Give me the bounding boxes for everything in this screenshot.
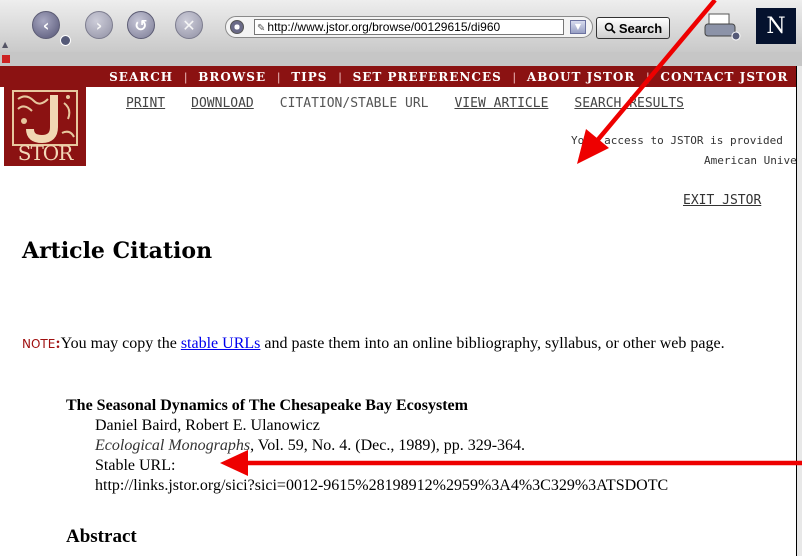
nav-contact-jstor[interactable]: CONTACT JSTOR [660, 70, 788, 84]
address-bar: ✎ http://www.jstor.org/browse/00129615/di… [225, 16, 593, 38]
back-button[interactable]: ‹ [32, 11, 60, 39]
abstract-heading: Abstract [66, 526, 137, 547]
stable-url-value[interactable]: http://links.jstor.org/sici?sici=0012-96… [66, 476, 796, 496]
page-title: Article Citation [22, 238, 213, 264]
back-arrow-icon: ‹ [42, 15, 50, 35]
journal-details: , Vol. 59, No. 4. (Dec., 1989), pp. 329-… [250, 437, 526, 454]
reload-button[interactable]: ↺ [127, 11, 155, 39]
jstor-nav-bar: | SEARCH | BROWSE | TIPS | SET PREFERENC… [0, 66, 796, 87]
url-dropdown-icon[interactable]: ▼ [570, 20, 586, 34]
article-authors: Daniel Baird, Robert E. Ulanowicz [95, 417, 320, 434]
jstor-emblem-icon [12, 90, 78, 146]
print-icon[interactable] [703, 10, 743, 42]
nav-about-jstor[interactable]: ABOUT JSTOR [527, 70, 635, 84]
nav-divider: | [277, 69, 281, 84]
toolbar-grip-icon[interactable]: ▲ [2, 40, 10, 52]
tab-grip-icon[interactable] [2, 55, 10, 63]
view-article-link[interactable]: VIEW ARTICLE [454, 96, 548, 111]
forward-button[interactable]: › [85, 11, 113, 39]
access-notice: Your access to JSTOR is provided [571, 134, 783, 147]
citation-block: The Seasonal Dynamics of The Chesapeake … [66, 396, 796, 496]
nav-divider: | [512, 69, 516, 84]
nav-search[interactable]: SEARCH [109, 70, 173, 84]
search-results-link[interactable]: SEARCH RESULTS [574, 96, 684, 111]
browser-toolbar: ▲ ‹ › ↺ ✕ ✎ http://www.jstor.org/browse/0… [0, 0, 802, 53]
note-text-after: and paste them into an online bibliograp… [260, 335, 725, 352]
reload-icon: ↺ [134, 15, 148, 35]
stable-url-label: Stable URL: [95, 457, 176, 474]
url-input[interactable]: ✎ http://www.jstor.org/browse/00129615/di… [254, 19, 564, 35]
magnifier-icon [604, 22, 616, 34]
jstor-logo-text: STOR [17, 141, 74, 165]
search-button[interactable]: Search [596, 17, 670, 39]
url-text: http://www.jstor.org/browse/00129615/di9… [267, 20, 501, 34]
stop-button[interactable]: ✕ [175, 11, 203, 39]
search-button-label: Search [618, 20, 663, 36]
article-title: The Seasonal Dynamics of The Chesapeake … [66, 397, 468, 414]
citation-stable-url-link[interactable]: CITATION/STABLE URL [280, 96, 429, 111]
stable-urls-link[interactable]: stable URLs [181, 335, 261, 352]
stop-icon: ✕ [182, 15, 196, 35]
journal-name: Ecological Monographs [95, 437, 251, 454]
netscape-logo[interactable]: N [756, 8, 796, 44]
nav-divider: | [184, 69, 188, 84]
vertical-scrollbar[interactable] [796, 66, 802, 556]
nav-divider: | [338, 69, 342, 84]
nav-set-preferences[interactable]: SET PREFERENCES [353, 70, 502, 84]
note-text-before: You may copy the [60, 335, 181, 352]
nav-browse[interactable]: BROWSE [198, 70, 266, 84]
print-link[interactable]: PRINT [126, 96, 165, 111]
note-label: NOTE [22, 337, 56, 351]
article-action-links: PRINT DOWNLOAD CITATION/STABLE URL VIEW ART… [126, 96, 796, 111]
download-link[interactable]: DOWNLOAD [191, 96, 254, 111]
access-institution: American University [704, 154, 796, 167]
exit-jstor-link[interactable]: EXIT JSTOR [683, 193, 761, 208]
forward-arrow-icon: › [95, 15, 103, 35]
nav-tips[interactable]: TIPS [291, 70, 327, 84]
back-history-dropdown-icon[interactable] [60, 35, 71, 46]
netscape-letter: N [766, 13, 786, 39]
jstor-logo[interactable]: STOR [4, 87, 86, 166]
site-info-icon[interactable] [230, 20, 244, 34]
page-icon: ✎ [257, 23, 266, 34]
tab-bar [0, 52, 802, 67]
article-source: Ecological Monographs, Vol. 59, No. 4. (… [66, 436, 796, 456]
note-paragraph: NOTE:You may copy the stable URLs and pa… [22, 335, 725, 352]
nav-divider: | [646, 69, 650, 84]
